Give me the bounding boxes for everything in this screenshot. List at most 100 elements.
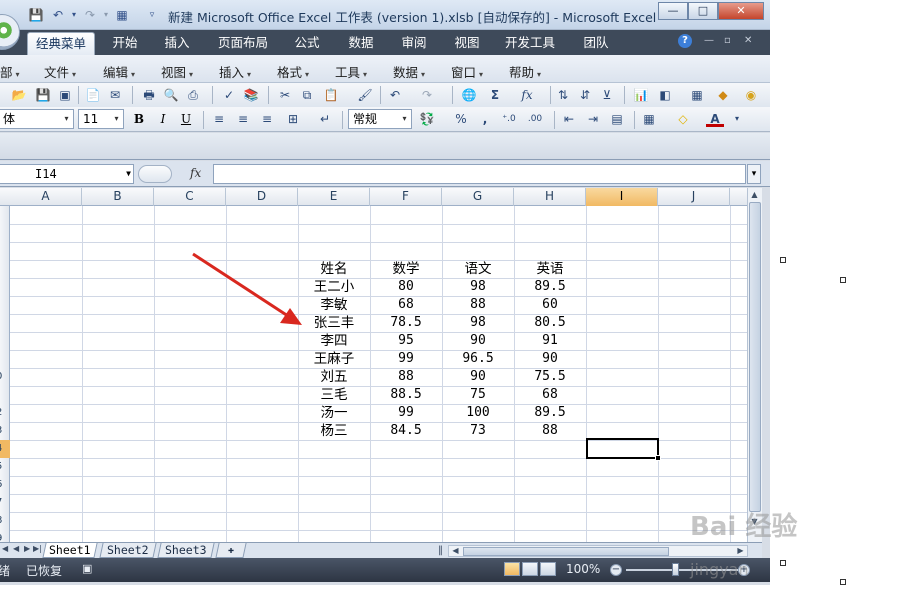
macro-record-icon[interactable]: ▣ (82, 562, 92, 575)
name-cell[interactable]: 张三丰 (298, 314, 370, 332)
insert-function-icon[interactable]: fx (518, 86, 536, 104)
italic-button[interactable]: I (154, 110, 172, 128)
menu-format[interactable]: 格式 ▾ (277, 62, 309, 81)
score-cell[interactable]: 95 (370, 332, 442, 350)
score-cell[interactable]: 84.5 (370, 422, 442, 440)
sort-descending-icon[interactable]: ⇵ (576, 86, 594, 104)
score-cell[interactable]: 90 (514, 350, 586, 368)
font-size-select[interactable]: 11 ▾ (78, 109, 124, 129)
undo-icon[interactable]: ↶ (386, 86, 404, 104)
pdf-icon[interactable]: 📄 (84, 86, 102, 104)
sort-ascending-icon[interactable]: ⇅ (554, 86, 572, 104)
format-painter-icon[interactable]: 🖌 (356, 86, 374, 104)
worksheet-grid[interactable]: ABCDEFGHIJ 023456789 姓名数学语文英语王二小809889.5… (0, 188, 747, 542)
formula-input[interactable] (213, 164, 746, 184)
merge-center-icon[interactable]: ⊞ (284, 110, 302, 128)
menu-edit[interactable]: 编辑 ▾ (103, 62, 135, 81)
more-tools-icon[interactable]: ◉ (742, 86, 760, 104)
name-cell[interactable]: 杨三 (298, 422, 370, 440)
comma-style-button[interactable]: , (476, 110, 494, 128)
redo-icon[interactable]: ↷ (82, 7, 98, 23)
expand-formula-bar-icon[interactable]: ▾ (747, 164, 761, 184)
wrap-text-icon[interactable]: ↵ (316, 110, 334, 128)
chart-wizard-icon[interactable]: 📊 (632, 86, 650, 104)
score-cell[interactable]: 98 (442, 314, 514, 332)
vertical-scroll-thumb[interactable] (749, 202, 761, 512)
customize-qat-icon[interactable]: ▿ (144, 7, 160, 23)
menu-insert[interactable]: 插入 ▾ (219, 62, 251, 81)
score-cell[interactable]: 88 (370, 368, 442, 386)
tab-classic-menu[interactable]: 经典菜单 (27, 32, 95, 55)
print-preview-icon[interactable]: 🔍 (162, 86, 180, 104)
name-box[interactable]: I14 ▼ (0, 164, 134, 184)
save-icon[interactable]: 💾 (34, 86, 52, 104)
table-header-cell[interactable]: 姓名 (298, 260, 370, 278)
score-cell[interactable]: 89.5 (514, 278, 586, 296)
insert-sheet-button[interactable]: ✚ (215, 543, 247, 558)
menu-tools[interactable]: 工具 ▾ (335, 62, 367, 81)
insert-function-button[interactable]: fx (190, 166, 201, 180)
score-cell[interactable]: 96.5 (442, 350, 514, 368)
score-cell[interactable]: 68 (370, 296, 442, 314)
table-icon[interactable]: ▦ (688, 86, 706, 104)
sheet-tab-3[interactable]: Sheet3 (157, 543, 215, 558)
next-sheet-icon[interactable]: ▶ (24, 544, 30, 553)
zoom-out-icon[interactable]: − (610, 564, 622, 576)
table-header-cell[interactable]: 数学 (370, 260, 442, 278)
name-cell[interactable]: 李四 (298, 332, 370, 350)
drawing-icon[interactable]: ◧ (656, 86, 674, 104)
tab-review[interactable]: 审阅 (393, 32, 435, 55)
split-handle[interactable]: ‖ (438, 545, 443, 556)
fill-handle[interactable] (655, 455, 661, 461)
score-cell[interactable]: 99 (370, 350, 442, 368)
research-icon[interactable]: 📚 (242, 86, 260, 104)
score-cell[interactable]: 89.5 (514, 404, 586, 422)
sheet-tab-2[interactable]: Sheet2 (99, 543, 157, 558)
table-header-cell[interactable]: 英语 (514, 260, 586, 278)
decrease-indent-icon[interactable]: ⇤ (560, 110, 578, 128)
email-icon[interactable]: ✉ (106, 86, 124, 104)
sheet-tab-1[interactable]: Sheet1 (42, 543, 98, 558)
decrease-decimal-icon[interactable]: .00 (526, 110, 544, 128)
tab-team[interactable]: 团队 (575, 32, 617, 55)
percent-style-button[interactable]: % (452, 110, 470, 128)
paste-icon[interactable]: 📋 (322, 86, 340, 104)
close-button[interactable]: ✕ (718, 2, 764, 20)
scroll-up-icon[interactable]: ▲ (748, 188, 761, 201)
score-cell[interactable]: 78.5 (370, 314, 442, 332)
menu-file[interactable]: 文件 ▾ (44, 62, 76, 81)
save-icon[interactable]: 💾 (28, 7, 44, 23)
page-setup-icon[interactable]: ⎙ (184, 86, 202, 104)
table-header-cell[interactable]: 语文 (442, 260, 514, 278)
font-name-select[interactable]: 体 ▾ (0, 109, 74, 129)
spelling-icon[interactable]: ✓ (220, 86, 238, 104)
zoom-knob[interactable] (672, 563, 679, 576)
underline-button[interactable]: U (177, 110, 195, 128)
score-cell[interactable]: 91 (514, 332, 586, 350)
score-cell[interactable]: 90 (442, 332, 514, 350)
score-cell[interactable]: 80.5 (514, 314, 586, 332)
score-cell[interactable]: 100 (442, 404, 514, 422)
currency-icon[interactable]: 💱 (418, 110, 436, 128)
open-folder-icon[interactable]: 📂 (10, 86, 28, 104)
align-left-icon[interactable]: ≡ (210, 110, 228, 128)
score-cell[interactable]: 98 (442, 278, 514, 296)
name-cell[interactable]: 王麻子 (298, 350, 370, 368)
ribbon-close-icon[interactable]: ✕ (744, 35, 752, 46)
page-layout-view-button[interactable] (522, 562, 538, 576)
increase-decimal-icon[interactable]: ⁺.0 (500, 110, 518, 128)
normal-view-button[interactable] (504, 562, 520, 576)
tab-insert[interactable]: 插入 (156, 32, 198, 55)
scroll-right-icon[interactable]: ▶ (734, 545, 747, 556)
number-format-select[interactable]: 常规 ▾ (348, 109, 412, 129)
info-icon[interactable]: ◆ (714, 86, 732, 104)
score-cell[interactable]: 60 (514, 296, 586, 314)
menu-help[interactable]: 帮助 ▾ (509, 62, 541, 81)
menu-all[interactable]: 部 ▾ (0, 62, 20, 81)
permission-icon[interactable]: ▣ (56, 86, 74, 104)
formula-bar-toggle[interactable] (138, 165, 172, 183)
name-cell[interactable]: 三毛 (298, 386, 370, 404)
prev-sheet-icon[interactable]: ◀ (13, 544, 19, 553)
ribbon-minimize-icon[interactable]: — (704, 35, 714, 46)
undo-icon[interactable]: ↶ (50, 7, 66, 23)
